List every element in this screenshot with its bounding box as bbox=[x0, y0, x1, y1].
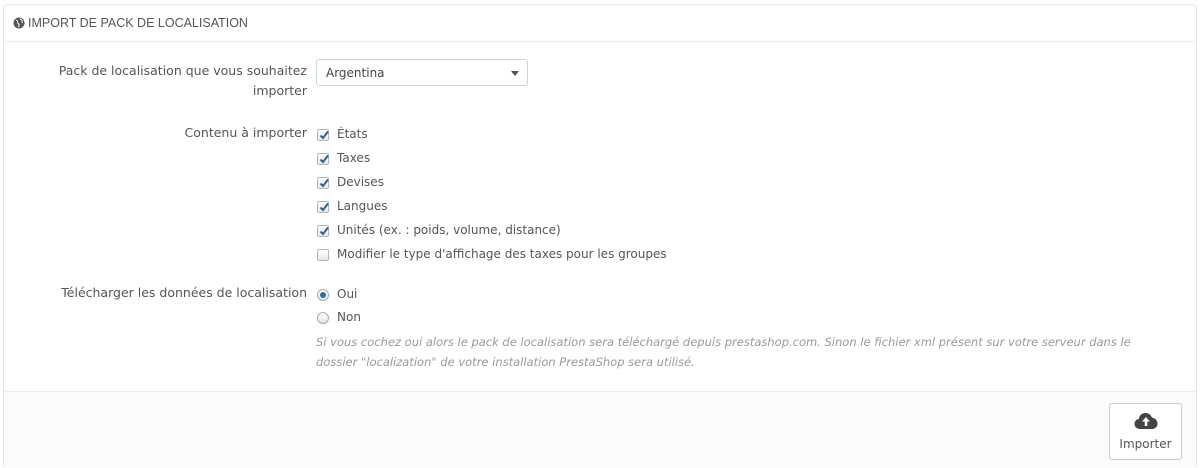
import-button[interactable]: Importer bbox=[1109, 403, 1182, 460]
download-label: Télécharger les données de localisation bbox=[61, 285, 307, 300]
checkbox-1[interactable] bbox=[317, 153, 329, 165]
import-button-label: Importer bbox=[1119, 437, 1172, 451]
pack-label-line1: Pack de localisation que vous souhaitez bbox=[58, 63, 307, 78]
panel-title: IMPORT DE PACK DE LOCALISATION bbox=[28, 16, 248, 30]
checkbox-2[interactable] bbox=[317, 177, 329, 189]
checkmark-icon bbox=[319, 178, 329, 188]
help-line-1: Si vous cochez oui alors le pack de loca… bbox=[316, 335, 1131, 349]
panel-footer: Importer bbox=[4, 391, 1196, 468]
radio-non[interactable] bbox=[317, 312, 329, 324]
pack-select-value: Argentina bbox=[326, 65, 385, 80]
localization-pack-panel: IMPORT DE PACK DE LOCALISATION Pack de l… bbox=[3, 4, 1197, 468]
chevron-down-icon bbox=[511, 71, 519, 76]
radio-selected-dot bbox=[320, 292, 326, 298]
radio-oui[interactable] bbox=[317, 289, 329, 301]
checkbox-label-5[interactable]: Modifier le type d'affichage des taxes p… bbox=[337, 246, 667, 262]
pack-label-line2: importer bbox=[252, 83, 307, 98]
help-line-2: dossier "localization" de votre installa… bbox=[316, 355, 695, 369]
content-label: Contenu à importer bbox=[184, 125, 307, 140]
globe-icon bbox=[13, 17, 25, 29]
pack-label: Pack de localisation que vous souhaitez … bbox=[59, 61, 307, 101]
checkbox-3[interactable] bbox=[317, 201, 329, 213]
checkbox-label-1[interactable]: Taxes bbox=[337, 150, 370, 166]
cloud-upload-icon bbox=[1134, 413, 1157, 429]
checkbox-0[interactable] bbox=[317, 129, 329, 141]
checkmark-icon bbox=[319, 226, 329, 236]
radio-oui-label[interactable]: Oui bbox=[337, 286, 357, 302]
pack-select[interactable]: Argentina bbox=[316, 59, 528, 86]
checkbox-label-2[interactable]: Devises bbox=[337, 174, 384, 190]
checkmark-icon bbox=[319, 202, 329, 212]
checkbox-5[interactable] bbox=[317, 249, 329, 261]
download-help-text: Si vous cochez oui alors le pack de loca… bbox=[316, 332, 1176, 372]
checkbox-label-3[interactable]: Langues bbox=[337, 198, 388, 214]
radio-non-label[interactable]: Non bbox=[337, 309, 361, 325]
checkmark-icon bbox=[319, 154, 329, 164]
panel-heading: IMPORT DE PACK DE LOCALISATION bbox=[4, 5, 1196, 42]
checkmark-icon bbox=[319, 130, 329, 140]
checkbox-label-0[interactable]: États bbox=[337, 126, 368, 142]
checkbox-label-4[interactable]: Unités (ex. : poids, volume, distance) bbox=[337, 222, 561, 238]
checkbox-4[interactable] bbox=[317, 225, 329, 237]
